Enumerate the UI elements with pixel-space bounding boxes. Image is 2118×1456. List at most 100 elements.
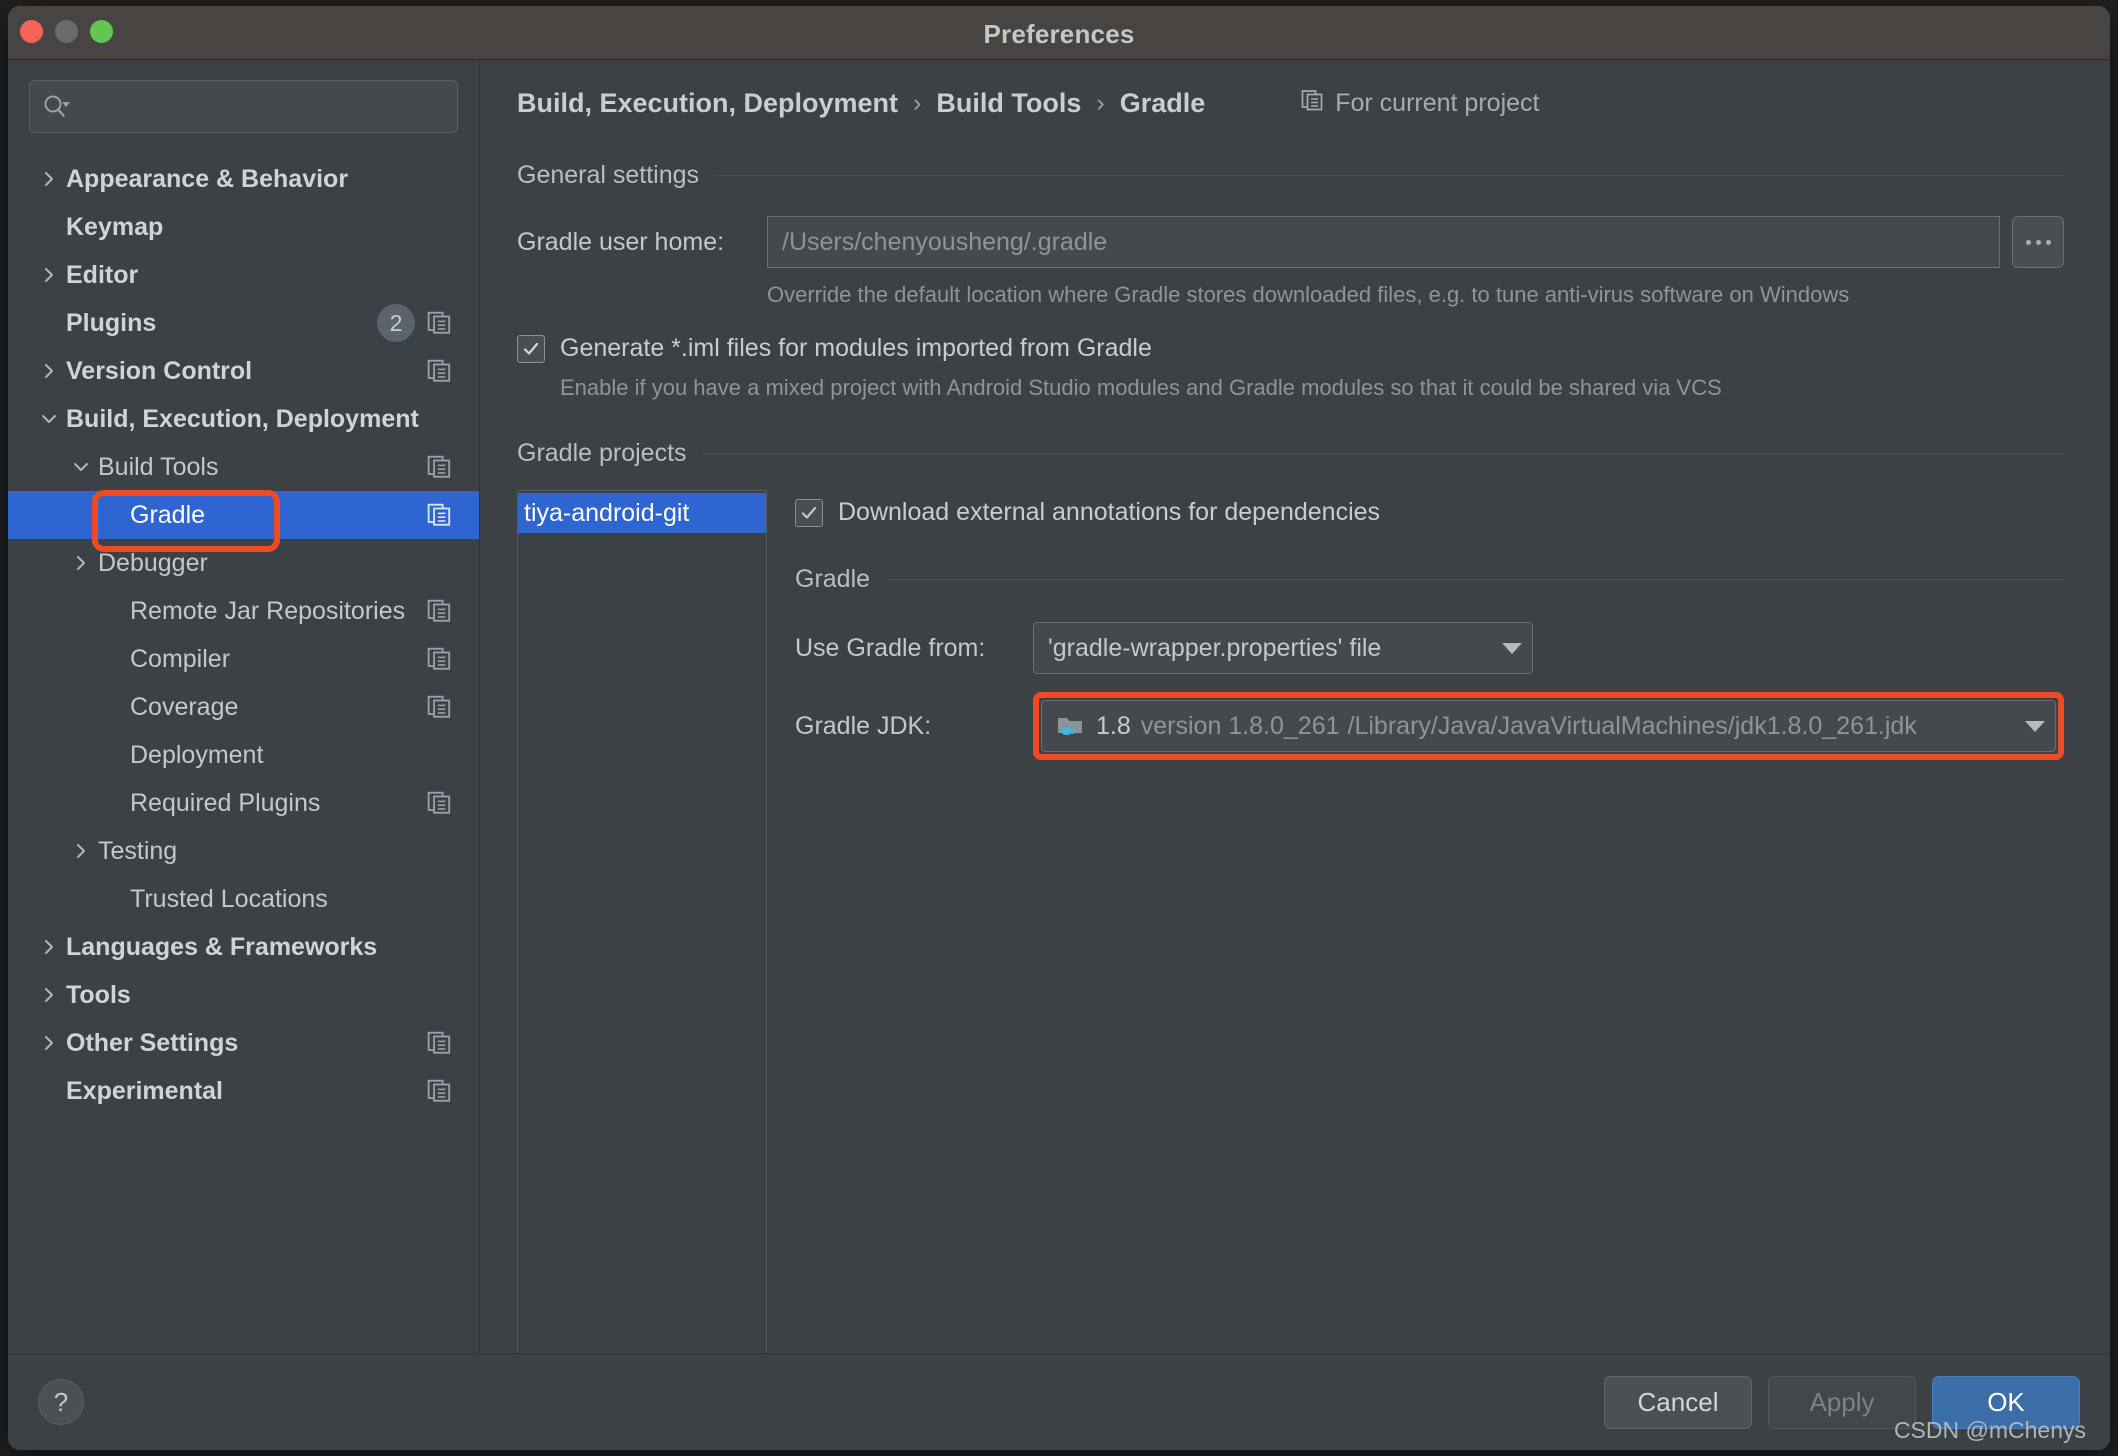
chevron-right-icon[interactable] [36,982,62,1008]
sidebar-item-other-settings[interactable]: Other Settings [8,1019,479,1067]
chevron-down-icon[interactable] [36,406,62,432]
copy-documents-icon[interactable] [427,1030,453,1056]
copy-documents-icon[interactable] [427,598,453,624]
sidebar-item-label: Compiler [130,644,231,673]
use-gradle-from-label: Use Gradle from: [795,633,986,662]
sidebar-item-testing[interactable]: Testing [8,827,479,875]
breadcrumb-separator: › [1096,89,1105,117]
help-button[interactable]: ? [38,1379,84,1425]
sidebar-item-trusted-locations[interactable]: Trusted Locations [8,875,479,923]
chevron-right-icon[interactable] [36,166,62,192]
chevron-right-icon[interactable] [68,550,94,576]
watermark: CSDN @mChenys [1893,1417,2086,1443]
sidebar-item-build-tools[interactable]: Build Tools [8,443,479,491]
generate-iml-row[interactable]: Generate *.iml files for modules importe… [517,334,2064,363]
gradle-user-home-input[interactable]: /Users/chenyousheng/.gradle [767,216,2000,268]
sidebar-item-label: Version Control [66,356,253,385]
gradle-projects-title: Gradle projects [517,439,687,467]
sidebar-item-label: Experimental [66,1076,224,1105]
breadcrumb-separator: › [913,89,922,117]
download-annotations-row[interactable]: Download external annotations for depend… [795,498,2064,527]
sidebar-item-gradle[interactable]: Gradle [8,491,479,539]
sidebar-item-required-plugins[interactable]: Required Plugins [8,779,479,827]
download-annotations-label: Download external annotations for depend… [838,498,1381,526]
preferences-window: Preferences Appearance & Behavior Keymap E… [8,6,2110,1450]
settings-sidebar: Appearance & Behavior Keymap Editor Plugins… [8,60,480,1353]
list-item[interactable]: tiya-android-git [518,493,766,533]
dialog-footer: ? Cancel Apply OK CSDN @mChenys [8,1353,2110,1450]
sidebar-item-label: Testing [98,836,178,865]
sidebar-item-debugger[interactable]: Debugger [8,539,479,587]
generate-iml-label: Generate *.iml files for modules importe… [560,334,1152,362]
use-gradle-from-value: 'gradle-wrapper.properties' file [1048,633,1382,662]
chevron-right-icon[interactable] [36,262,62,288]
copy-documents-icon [1301,88,1325,119]
scope-indicator[interactable]: For current project [1301,88,1539,119]
sidebar-item-appearance-behavior[interactable]: Appearance & Behavior [8,155,479,203]
sidebar-item-build-execution-deployment[interactable]: Build, Execution, Deployment [8,395,479,443]
copy-documents-icon[interactable] [427,454,453,480]
breadcrumb-item-1[interactable]: Build Tools [936,88,1081,119]
breadcrumb: Build, Execution, Deployment › Build Too… [480,60,2110,119]
sidebar-item-label: Required Plugins [130,788,321,817]
window-title: Preferences [983,19,1135,49]
copy-documents-icon[interactable] [427,646,453,672]
use-gradle-from-dropdown[interactable]: 'gradle-wrapper.properties' file [1033,622,1533,674]
gradle-jdk-label: Gradle JDK: [795,711,932,740]
jdk-folder-coffee-icon [1056,713,1086,739]
sidebar-item-version-control[interactable]: Version Control [8,347,479,395]
chevron-right-icon[interactable] [36,358,62,384]
sidebar-item-plugins[interactable]: Plugins 2 [8,299,479,347]
gradle-user-home-label: Gradle user home: [517,227,725,256]
sidebar-item-label: Appearance & Behavior [66,164,349,193]
cancel-button[interactable]: Cancel [1604,1375,1752,1429]
settings-nav-list: Appearance & Behavior Keymap Editor Plugins… [8,155,479,1115]
gradle-user-home-hint: Override the default location where Grad… [767,282,1850,307]
copy-documents-icon[interactable] [427,1078,453,1104]
jdk-version-short: 1.8 [1096,711,1131,740]
download-annotations-checkbox[interactable] [795,498,823,527]
sidebar-item-compiler[interactable]: Compiler [8,635,479,683]
search-icon [42,94,72,120]
chevron-down-icon[interactable] [68,454,94,480]
sidebar-item-experimental[interactable]: Experimental [8,1067,479,1115]
copy-documents-icon[interactable] [427,310,453,336]
sidebar-item-editor[interactable]: Editor [8,251,479,299]
sidebar-item-badge: 2 [377,304,415,342]
sidebar-item-languages-frameworks[interactable]: Languages & Frameworks [8,923,479,971]
chevron-right-icon[interactable] [36,1030,62,1056]
chevron-right-icon[interactable] [36,934,62,960]
copy-documents-icon[interactable] [427,502,453,528]
sidebar-item-keymap[interactable]: Keymap [8,203,479,251]
gradle-user-home-browse-button[interactable] [2012,216,2064,268]
breadcrumb-item-0[interactable]: Build, Execution, Deployment [517,88,898,119]
title-bar: Preferences [8,6,2110,60]
sidebar-item-label: Gradle [130,500,206,529]
chevron-right-icon[interactable] [68,838,94,864]
copy-documents-icon[interactable] [427,790,453,816]
search-input[interactable] [29,80,458,133]
section-rule [702,453,2064,454]
sidebar-item-label: Keymap [66,212,164,241]
sidebar-item-deployment[interactable]: Deployment [8,731,479,779]
sidebar-item-label: Debugger [98,548,208,577]
sidebar-item-coverage[interactable]: Coverage [8,683,479,731]
gradle-subsection-header: Gradle [795,565,2064,594]
generate-iml-checkbox[interactable] [517,334,545,363]
window-body: Appearance & Behavior Keymap Editor Plugins… [8,60,2110,1353]
general-settings-section-header: General settings [517,161,2064,190]
copy-documents-icon[interactable] [427,358,453,384]
selection-indicator [8,491,16,539]
breadcrumb-item-2[interactable]: Gradle [1120,88,1206,119]
gradle-jdk-row: Gradle JDK: 1.8 version 1.8.0_261 /Libra… [795,692,2064,760]
generate-iml-hint: Enable if you have a mixed project with … [560,375,1722,400]
sidebar-item-label: Deployment [130,740,264,769]
sidebar-item-tools[interactable]: Tools [8,971,479,1019]
gradle-jdk-dropdown[interactable]: 1.8 version 1.8.0_261 /Library/Java/Java… [1041,700,2056,752]
gradle-projects-list[interactable]: tiya-android-git [517,490,767,1353]
sidebar-item-remote-jar-repositories[interactable]: Remote Jar Repositories [8,587,479,635]
chevron-down-icon [1502,642,1522,654]
sidebar-item-label: Trusted Locations [130,884,328,913]
copy-documents-icon[interactable] [427,694,453,720]
sidebar-item-label: Other Settings [66,1028,239,1057]
